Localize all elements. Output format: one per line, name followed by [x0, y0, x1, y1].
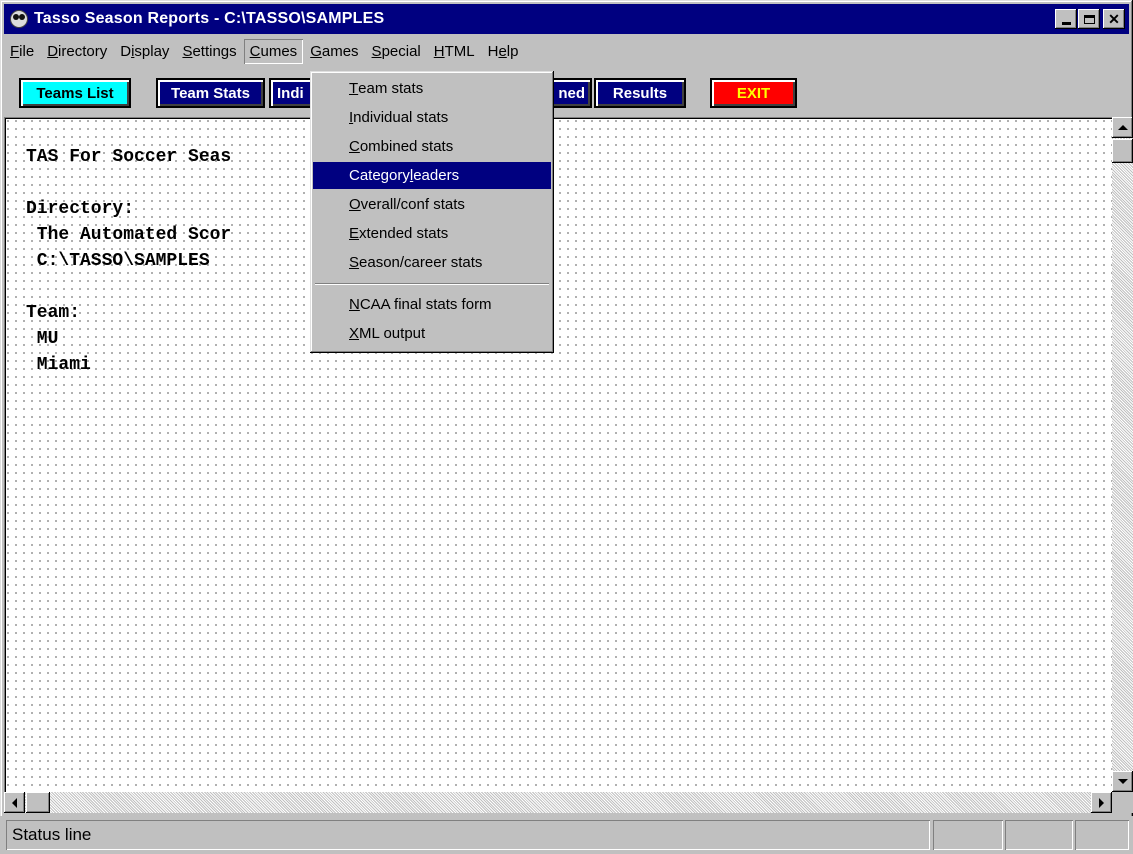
report-text: TAS For Soccer Seas Directory: The Autom…	[26, 144, 231, 378]
scroll-right-icon	[1099, 797, 1104, 808]
scroll-corner	[1112, 792, 1133, 813]
status-bar: Status line	[0, 816, 1133, 854]
menu-item-team-stats[interactable]: Team stats	[313, 75, 551, 102]
menu-display[interactable]: Display	[114, 39, 175, 64]
minimize-icon	[1061, 21, 1071, 25]
results-button[interactable]: Results	[594, 78, 686, 108]
scroll-up-icon	[1117, 125, 1128, 130]
menu-item-extended-stats[interactable]: Extended stats	[313, 220, 551, 247]
menu-bar: File Directory Display Settings Cumes Ga…	[4, 36, 1129, 66]
menu-games[interactable]: Games	[304, 39, 364, 64]
app-icon[interactable]	[10, 10, 28, 28]
minimize-button[interactable]	[1055, 9, 1077, 29]
menu-settings[interactable]: Settings	[176, 39, 242, 64]
scroll-left-icon	[12, 797, 17, 808]
menu-item-category-leaders[interactable]: Category l eaders	[313, 162, 551, 189]
horizontal-scrollbar[interactable]	[4, 792, 1112, 813]
report-line: Directory:	[26, 199, 135, 219]
report-line: MU	[26, 329, 59, 349]
menu-cumes[interactable]: Cumes	[244, 39, 304, 64]
status-panel	[1075, 820, 1129, 850]
menu-directory[interactable]: Directory	[41, 39, 113, 64]
teams-list-button[interactable]: Teams List	[19, 78, 131, 108]
report-line: TAS For Soccer Seas	[26, 147, 232, 167]
window-controls: ✕	[1054, 9, 1125, 29]
status-panel	[933, 820, 1003, 850]
window-title: Tasso Season Reports - C:\TASSO\SAMPLES	[34, 10, 385, 27]
report-view[interactable]: TAS For Soccer Seas Directory: The Autom…	[4, 117, 1112, 792]
scroll-right-button[interactable]	[1091, 792, 1112, 813]
menu-item-individual-stats[interactable]: Individual stats	[313, 104, 551, 131]
vertical-scrollbar[interactable]	[1112, 117, 1133, 792]
menu-file[interactable]: File	[4, 39, 40, 64]
maximize-icon	[1083, 14, 1095, 24]
menu-special[interactable]: Special	[366, 39, 427, 64]
report-line: Team:	[26, 303, 81, 323]
menu-separator	[315, 283, 549, 285]
status-panel	[1005, 820, 1073, 850]
menu-help[interactable]: Help	[482, 39, 525, 64]
status-text: Status line	[6, 820, 930, 850]
app-window: Tasso Season Reports - C:\TASSO\SAMPLES …	[0, 0, 1133, 854]
menu-html[interactable]: HTML	[428, 39, 481, 64]
cumes-menu: Team stats Individual stats Combined sta…	[310, 71, 554, 353]
horizontal-scroll-thumb[interactable]	[26, 792, 50, 813]
report-line: Miami	[26, 355, 91, 375]
title-bar: Tasso Season Reports - C:\TASSO\SAMPLES …	[4, 4, 1129, 34]
menu-item-overall-conf-stats[interactable]: Overall/conf stats	[313, 191, 551, 218]
close-button[interactable]: ✕	[1103, 9, 1125, 29]
close-icon: ✕	[1108, 10, 1120, 27]
report-line: C:\TASSO\SAMPLES	[26, 251, 210, 271]
team-stats-button[interactable]: Team Stats	[156, 78, 265, 108]
scroll-down-icon	[1117, 779, 1128, 784]
menu-item-ncaa-final-stats-form[interactable]: N CAA final stats form	[313, 291, 551, 318]
exit-button[interactable]: EXIT	[710, 78, 797, 108]
scroll-up-button[interactable]	[1112, 117, 1133, 138]
scroll-left-button[interactable]	[4, 792, 25, 813]
vertical-scroll-thumb[interactable]	[1112, 139, 1133, 163]
menu-item-combined-stats[interactable]: Combined stats	[313, 133, 551, 160]
maximize-button[interactable]	[1078, 9, 1100, 29]
menu-item-xml-output[interactable]: X ML output	[313, 320, 551, 347]
menu-item-season-career-stats[interactable]: Season/career stats	[313, 249, 551, 276]
scroll-down-button[interactable]	[1112, 771, 1133, 792]
report-line: The Automated Scor	[26, 225, 232, 245]
